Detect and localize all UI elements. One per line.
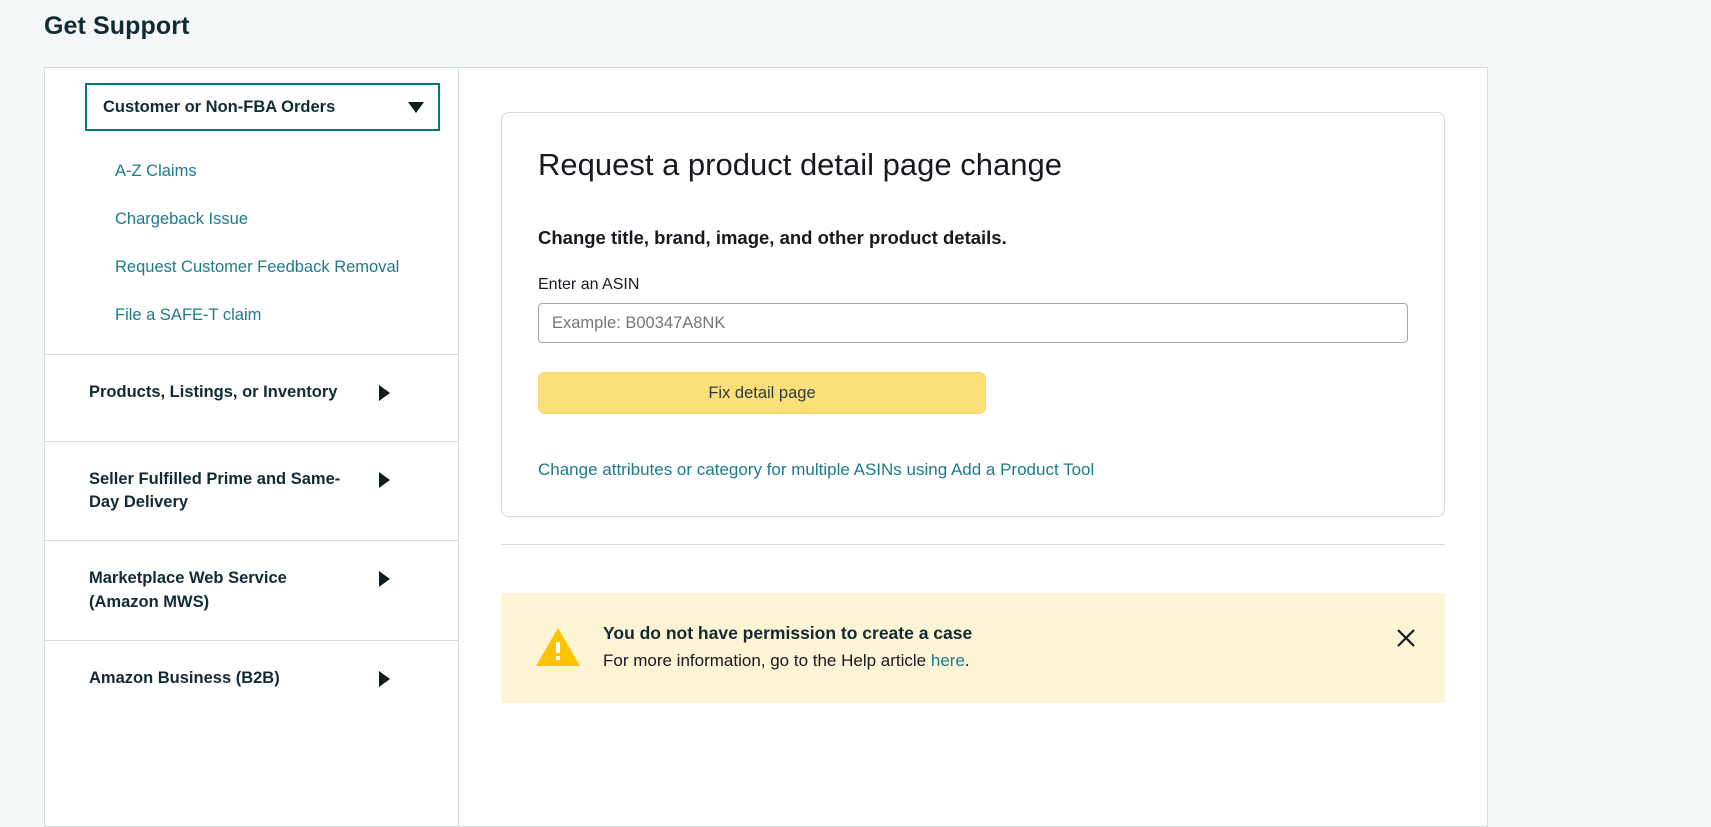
category-sub-links: A-Z Claims Chargeback Issue Request Cust…: [45, 131, 458, 354]
alert-description: For more information, go to the Help art…: [603, 651, 1393, 671]
sidebar-section-marketplace-web-service[interactable]: Marketplace Web Service (Amazon MWS): [45, 541, 458, 640]
category-select[interactable]: Customer or Non-FBA Orders: [85, 83, 440, 131]
content-divider: [501, 544, 1445, 546]
asin-input[interactable]: [538, 303, 1408, 344]
help-article-link[interactable]: here: [931, 651, 965, 670]
sidebar-section-amazon-business-b2b[interactable]: Amazon Business (B2B): [45, 641, 458, 727]
sidebar-section-label: Marketplace Web Service (Amazon MWS): [89, 569, 287, 611]
card-subtitle: Change title, brand, image, and other pr…: [538, 227, 1007, 249]
page-title: Get Support: [44, 12, 190, 40]
fix-detail-page-button[interactable]: Fix detail page: [538, 372, 986, 415]
asin-field-label: Enter an ASIN: [538, 276, 640, 294]
warning-triangle-icon: [535, 626, 581, 668]
category-select-label: Customer or Non-FBA Orders: [103, 97, 336, 116]
chevron-right-icon: [379, 571, 390, 588]
sidebar-section-label: Products, Listings, or Inventory: [89, 382, 338, 401]
sidebar-item-file-a-safe-t-claim[interactable]: File a SAFE-T claim: [45, 291, 458, 339]
sidebar-section-label: Seller Fulfilled Prime and Same-Day Deli…: [89, 469, 341, 511]
detail-page-change-card: Request a product detail page change Cha…: [501, 112, 1445, 518]
support-panel: Customer or Non-FBA Orders A-Z Claims Ch…: [44, 67, 1488, 827]
alert-title: You do not have permission to create a c…: [603, 623, 973, 644]
support-category-sidebar: Customer or Non-FBA Orders A-Z Claims Ch…: [45, 68, 459, 826]
sidebar-item-chargeback-issue[interactable]: Chargeback Issue: [45, 195, 458, 243]
chevron-right-icon: [379, 384, 390, 401]
permission-alert-banner: You do not have permission to create a c…: [501, 593, 1445, 704]
alert-text-before-link: For more information, go to the Help art…: [603, 651, 931, 671]
chevron-right-icon: [379, 471, 390, 488]
sidebar-item-request-customer-feedback-removal[interactable]: Request Customer Feedback Removal: [45, 243, 458, 291]
sidebar-item-a-z-claims[interactable]: A-Z Claims: [45, 147, 458, 195]
sidebar-section-seller-fulfilled-prime[interactable]: Seller Fulfilled Prime and Same-Day Deli…: [45, 442, 458, 541]
alert-text-after-link: .: [964, 651, 970, 671]
multiple-asins-add-product-tool-link[interactable]: Change attributes or category for multip…: [538, 460, 1094, 480]
sidebar-section-products-listings-inventory[interactable]: Products, Listings, or Inventory: [45, 355, 458, 441]
card-title: Request a product detail page change: [538, 147, 1062, 182]
close-icon[interactable]: [1393, 625, 1419, 651]
chevron-right-icon: [379, 671, 390, 688]
category-select-wrapper: Customer or Non-FBA Orders: [85, 83, 440, 131]
support-main-content: Request a product detail page change Cha…: [459, 68, 1487, 826]
sidebar-section-label: Amazon Business (B2B): [89, 669, 280, 688]
chevron-down-icon: [408, 101, 424, 113]
alert-body: You do not have permission to create a c…: [603, 623, 1393, 671]
